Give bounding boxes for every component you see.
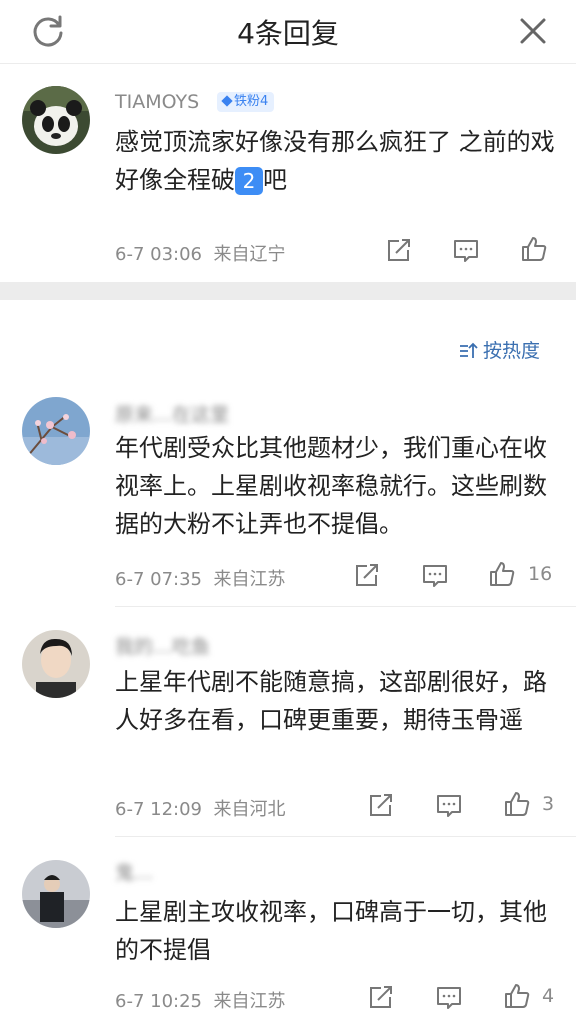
like-count: 3 [542,793,555,815]
fan-badge: 铁粉4 [217,92,275,112]
header-bar: 4条回复 [0,0,576,62]
like-count: 4 [542,985,555,1007]
comment-text-end: 吧 [263,166,287,194]
reply-text: 上星年代剧不能随意搞，这部剧很好，路人好多在看，口碑更重要，期待玉骨遥 [115,668,547,734]
sort-by-heat-button[interactable]: 按热度 [459,336,540,363]
page-title: 4条回复 [237,17,339,50]
reply-text: 上星剧主攻收视率，口碑高于一切，其他的不提倡 [115,898,547,964]
comment-text: 感觉顶流家好像没有那么疯狂了 之前的戏好像全程破 2 吧 [115,123,560,199]
timestamp: 6-7 10:25 [115,991,202,1012]
fan-badge-label: 铁粉4 [234,94,269,109]
like-icon[interactable] [520,235,548,263]
like-icon[interactable] [503,982,531,1010]
reply-meta: 6-7 10:25 来自江苏 [115,987,285,1013]
share-icon[interactable] [384,237,412,265]
username[interactable]: 鬼… [115,858,153,885]
diamond-icon [221,95,233,107]
sort-label: 按热度 [483,340,541,362]
avatar-photo[interactable] [22,860,90,928]
username[interactable]: 原来…在这里 [115,400,229,427]
comment-text-main: 感觉顶流家好像没有那么疯狂了 之前的戏好像全程破 [115,128,555,194]
avatar-blossom[interactable] [22,397,90,465]
location: 来自辽宁 [213,244,286,265]
reply-divider [115,606,576,607]
like-icon[interactable] [488,560,516,588]
reply-divider [115,836,576,837]
reply-meta: 6-7 07:35 来自江苏 [115,565,285,591]
location: 来自江苏 [213,991,286,1012]
username[interactable]: 我的…吃鱼 [115,632,210,659]
share-icon[interactable] [352,562,380,590]
timestamp: 6-7 12:09 [115,799,202,820]
share-icon[interactable] [366,792,394,820]
like-icon[interactable] [503,790,531,818]
location: 来自河北 [213,799,286,820]
comment-icon[interactable] [452,237,480,265]
username[interactable]: TIAMOYS [115,91,199,113]
timestamp: 6-7 03:06 [115,244,202,265]
sort-icon [460,342,478,358]
like-count: 16 [528,563,553,585]
reply-meta: 6-7 12:09 来自河北 [115,795,285,821]
close-icon[interactable] [516,14,550,48]
comment-meta: 6-7 03:06 来自辽宁 [115,240,285,266]
keycap-two-emoji: 2 [235,167,263,195]
timestamp: 6-7 07:35 [115,569,202,590]
avatar-portrait[interactable] [22,630,90,698]
comment-icon[interactable] [435,792,463,820]
header-divider [0,63,576,64]
avatar-panda[interactable] [22,86,90,154]
share-icon[interactable] [366,984,394,1012]
comment-icon[interactable] [435,984,463,1012]
section-divider [0,282,576,300]
location: 来自江苏 [213,569,286,590]
comment-icon[interactable] [421,562,449,590]
reply-text: 年代剧受众比其他题材少，我们重心在收视率上。上星剧收视率稳就行。这些刷数据的大粉… [115,434,547,538]
